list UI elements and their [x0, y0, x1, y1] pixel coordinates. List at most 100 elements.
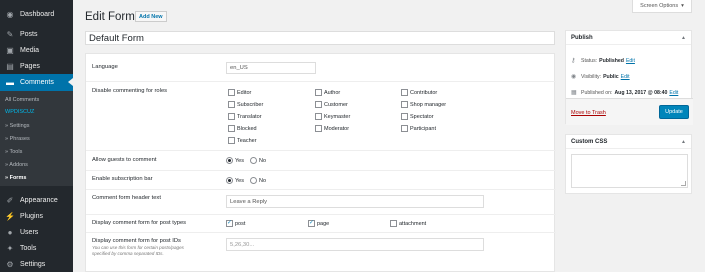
role-checkbox[interactable]: Spectator — [401, 113, 434, 120]
publish-actions: Move to Trash Update — [566, 98, 693, 125]
checkbox-box[interactable] — [228, 113, 235, 120]
role-checkbox[interactable]: Translator — [228, 113, 262, 120]
post-type-attachment-checkbox[interactable]: attachment — [390, 220, 426, 227]
role-checkbox[interactable]: Participant — [401, 125, 436, 132]
checkbox-box[interactable] — [401, 89, 408, 96]
checkmark-icon[interactable]: ✓ — [308, 220, 315, 227]
role-checkbox[interactable]: Author — [315, 89, 340, 96]
role-checkbox[interactable]: Shop manager — [401, 101, 446, 108]
pages-icon: ▤ — [6, 61, 14, 71]
radio-label: Yes — [235, 177, 244, 184]
key-icon: ⚷ — [571, 58, 576, 64]
allow-guests-yes[interactable]: Yes — [226, 157, 244, 164]
role-label: Subscriber — [237, 101, 264, 108]
subscription-bar-label: Enable subscription bar — [92, 176, 153, 182]
users-icon: ● — [7, 227, 13, 237]
post-types-label: Display comment form for post types — [92, 220, 187, 226]
publish-box-header[interactable]: Publish ▲ — [566, 31, 691, 45]
role-checkbox[interactable]: Moderator — [315, 125, 349, 132]
move-to-trash-link[interactable]: Move to Trash — [571, 110, 606, 116]
screen-options-button[interactable]: Screen Options ▾ — [632, 0, 692, 13]
header-text-input[interactable]: Leave a Reply — [226, 195, 484, 208]
role-checkbox[interactable]: Editor — [228, 89, 251, 96]
allow-guests-no[interactable]: No — [250, 157, 266, 164]
wrench-icon: ✦ — [6, 243, 14, 253]
row-divider — [86, 189, 556, 190]
comments-icon: ▬ — [6, 78, 14, 87]
submenu-phrases[interactable]: » Phrases — [5, 136, 30, 142]
checkbox-box[interactable] — [401, 125, 408, 132]
media-icon: ▣ — [6, 45, 14, 55]
post-ids-label: Display comment form for post IDs — [92, 238, 181, 244]
role-checkbox[interactable]: Subscriber — [228, 101, 263, 108]
menu-media[interactable]: ▣ Media — [0, 42, 73, 58]
admin-sidebar: ◉ Dashboard ✎ Posts ▣ Media ▤ Pages ▬ Co… — [0, 0, 73, 272]
radio-button[interactable] — [226, 177, 233, 184]
menu-posts[interactable]: ✎ Posts — [0, 26, 73, 42]
post-ids-input[interactable]: 5,26,30... — [226, 238, 484, 251]
menu-appearance[interactable]: ✐ Appearance — [0, 192, 73, 208]
submenu-addons[interactable]: » Addons — [5, 162, 28, 168]
published-edit-link[interactable]: Edit — [669, 90, 678, 96]
plugin-icon: ⚡ — [5, 211, 15, 221]
subscription-bar-yes[interactable]: Yes — [226, 177, 244, 184]
role-checkbox[interactable]: Blocked — [228, 125, 257, 132]
submenu-all-comments[interactable]: All Comments — [5, 97, 39, 103]
role-checkbox[interactable]: Contributor — [401, 89, 437, 96]
publish-title: Publish — [571, 34, 593, 41]
status-value: Published — [599, 57, 624, 64]
post-type-post-checkbox[interactable]: ✓ post — [226, 220, 245, 227]
menu-comments[interactable]: ▬ Comments — [0, 74, 73, 91]
status-edit-link[interactable]: Edit — [626, 58, 635, 64]
row-divider — [86, 170, 556, 171]
checkbox-box[interactable] — [401, 113, 408, 120]
checkmark-icon[interactable]: ✓ — [226, 220, 233, 227]
menu-plugins[interactable]: ⚡ Plugins — [0, 208, 73, 224]
add-new-button[interactable]: Add New — [135, 11, 167, 22]
checkbox-box[interactable] — [390, 220, 397, 227]
role-label: Translator — [237, 113, 262, 120]
checkbox-box[interactable] — [228, 89, 235, 96]
submenu-wpdiscuz[interactable]: WPDISCUZ — [5, 109, 34, 115]
menu-users[interactable]: ● Users — [0, 224, 73, 240]
checkbox-box[interactable] — [315, 89, 322, 96]
caret-up-icon[interactable]: ▲ — [681, 35, 686, 41]
post-type-label: page — [317, 220, 330, 227]
update-button[interactable]: Update — [659, 105, 689, 119]
form-title-input[interactable]: Default Form — [85, 31, 555, 45]
paintbrush-icon: ✐ — [6, 195, 14, 205]
checkbox-box[interactable] — [315, 101, 322, 108]
custom-css-header[interactable]: Custom CSS ▲ — [566, 135, 691, 149]
submenu-tools[interactable]: » Tools — [5, 149, 22, 155]
checkbox-box[interactable] — [315, 113, 322, 120]
role-checkbox[interactable]: Teacher — [228, 137, 257, 144]
menu-settings[interactable]: ⚙ Settings — [0, 256, 73, 272]
language-input[interactable]: en_US — [226, 62, 316, 74]
caret-down-icon: ▾ — [681, 3, 684, 9]
checkbox-box[interactable] — [401, 101, 408, 108]
visibility-edit-link[interactable]: Edit — [621, 74, 630, 80]
checkbox-box[interactable] — [228, 125, 235, 132]
custom-css-textarea[interactable] — [571, 154, 688, 188]
subscription-bar-no[interactable]: No — [250, 177, 266, 184]
menu-posts-label: Posts — [20, 30, 38, 38]
checkbox-box[interactable] — [228, 101, 235, 108]
menu-tools[interactable]: ✦ Tools — [0, 240, 73, 256]
checkbox-box[interactable] — [315, 125, 322, 132]
radio-button[interactable] — [250, 157, 257, 164]
submenu-forms[interactable]: » Forms — [5, 175, 26, 181]
published-label: Published on: — [581, 89, 613, 96]
menu-pages[interactable]: ▤ Pages — [0, 58, 73, 74]
role-label: Moderator — [324, 125, 350, 132]
role-checkbox[interactable]: Customer — [315, 101, 348, 108]
role-label: Customer — [324, 101, 348, 108]
role-label: Keymaster — [324, 113, 351, 120]
post-type-page-checkbox[interactable]: ✓ page — [308, 220, 329, 227]
menu-dashboard[interactable]: ◉ Dashboard — [0, 6, 73, 22]
submenu-settings[interactable]: » Settings — [5, 123, 29, 129]
checkbox-box[interactable] — [228, 137, 235, 144]
radio-button[interactable] — [226, 157, 233, 164]
radio-button[interactable] — [250, 177, 257, 184]
caret-up-icon[interactable]: ▲ — [681, 139, 686, 145]
role-checkbox[interactable]: Keymaster — [315, 113, 350, 120]
